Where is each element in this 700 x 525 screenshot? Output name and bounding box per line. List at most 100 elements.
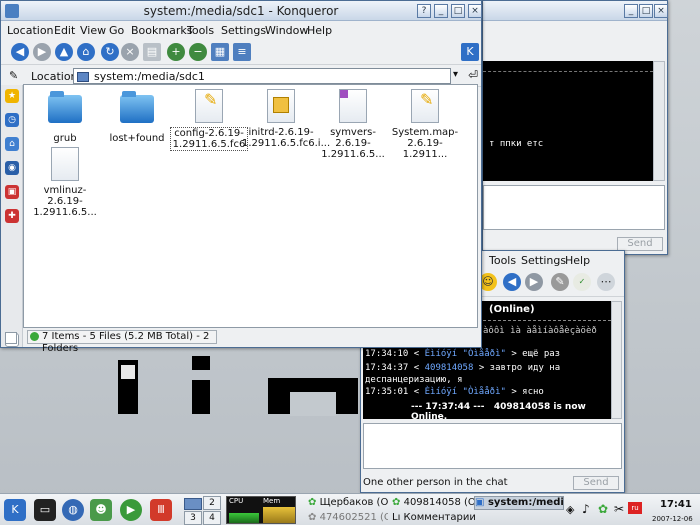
background-window[interactable]: _ □ × т ппки етс Send [482, 0, 668, 255]
minimize-button[interactable]: _ [434, 4, 448, 18]
desktop-icon[interactable] [184, 498, 202, 510]
chat-menu-settings[interactable]: Settings [521, 254, 566, 267]
print-icon[interactable]: ▤ [143, 43, 161, 61]
office-icon[interactable]: Ⅲ [150, 499, 172, 521]
tray-volume-icon[interactable]: ♪ [582, 502, 590, 516]
forward-icon[interactable]: ▶ [525, 273, 543, 291]
chat-scrollbar[interactable] [611, 301, 622, 419]
maximize-button[interactable]: □ [451, 4, 465, 18]
spellcheck-icon[interactable]: ✓ [573, 273, 591, 291]
message-input[interactable] [363, 423, 622, 469]
home-icon[interactable]: ⌂ [77, 43, 95, 61]
file-item-lost-found[interactable]: lost+found [98, 91, 176, 144]
detail-view-icon[interactable]: ≡ [233, 43, 251, 61]
forward-icon[interactable]: ▶ [33, 43, 51, 61]
go-icon[interactable]: ⏎ [468, 68, 478, 82]
reload-icon[interactable]: ↻ [101, 43, 119, 61]
task-button-474602521[interactable]: ✿ 474602521 (Онл... [308, 512, 388, 523]
message-nick[interactable]: 409814058 [425, 363, 474, 373]
back-chat-scrollbar[interactable] [653, 61, 665, 181]
menu-settings[interactable]: Settings [221, 24, 266, 37]
maximize-button[interactable]: □ [639, 4, 653, 18]
stop-icon[interactable]: × [121, 43, 139, 61]
file-item-symvers[interactable]: symvers-2.6.19-1.2911.6.5... [314, 89, 392, 160]
file-item-config[interactable]: ✎ config-2.6.19-1.2911.6.5.fc6 [170, 89, 248, 151]
location-input[interactable] [73, 68, 451, 84]
tray-keyboard-layout-icon[interactable]: ru [628, 502, 642, 514]
status-ok-icon [30, 332, 39, 341]
file-item-grub[interactable]: grub [26, 91, 104, 144]
root-folder-icon[interactable]: ▣ [5, 185, 19, 199]
tray-clipboard-icon[interactable]: ✂ [614, 502, 624, 516]
system-monitor[interactable]: CPU Mem [226, 496, 296, 524]
message-nick[interactable]: Èìíóÿí "Òìååðì" [425, 349, 506, 359]
message-text: ещё раз [522, 349, 561, 359]
lyx-icon: Lı [392, 512, 401, 523]
task-button-konqueror[interactable]: ▣ system:/media... [474, 496, 564, 510]
pager-desktop-4[interactable]: 4 [203, 511, 221, 525]
task-button-409814058[interactable]: ✿ 409814058 (Онл... [392, 497, 480, 508]
clock-time[interactable]: 17:41 [660, 499, 692, 510]
back-icon[interactable]: ◀ [503, 273, 521, 291]
menu-help[interactable]: Help [307, 24, 332, 37]
task-button-comments[interactable]: Lı Комментарии [392, 512, 476, 523]
help-title-button[interactable]: ? [417, 4, 431, 18]
chat-menu-help[interactable]: Help [565, 254, 590, 267]
file-item-system-map[interactable]: ✎ System.map-2.6.19-1.2911... [386, 89, 464, 160]
konqueror-titlebar[interactable]: system:/media/sdc1 - Konqueror ? _ □ × [1, 1, 482, 21]
browser-icon[interactable]: ◍ [62, 499, 84, 521]
task-label: 409814058 (Онл... [403, 497, 480, 508]
konqueror-task-icon: ▣ [475, 497, 485, 508]
menu-go[interactable]: Go [109, 24, 124, 37]
clock-date[interactable]: 2007-12-06 [652, 515, 693, 523]
konqueror-window[interactable]: system:/media/sdc1 - Konqueror ? _ □ × L… [0, 0, 482, 354]
task-button-shcherbakov[interactable]: ✿ Щербаков (Онл... [308, 497, 388, 508]
up-icon[interactable]: ▲ [55, 43, 73, 61]
menu-location[interactable]: Location [7, 24, 54, 37]
file-item-vmlinuz[interactable]: vmlinuz-2.6.19-1.2911.6.5... [26, 147, 104, 218]
log-divider [483, 71, 653, 72]
online-header: (Online) [489, 304, 535, 315]
menu-view[interactable]: View [80, 24, 106, 37]
kopete-icon[interactable]: ☻ [90, 499, 112, 521]
history-icon[interactable]: ◷ [5, 113, 19, 127]
send-button[interactable]: Send [573, 476, 619, 490]
services-icon[interactable]: ✚ [5, 209, 19, 223]
back-chat-input[interactable] [483, 185, 665, 230]
menu-edit[interactable]: Edit [54, 24, 75, 37]
background-window-titlebar[interactable]: _ □ × [483, 1, 668, 21]
home-folder-icon[interactable]: ⌂ [5, 137, 19, 151]
close-button[interactable]: × [654, 4, 668, 18]
menu-window[interactable]: Window [265, 24, 308, 37]
message-nick[interactable]: Èìíóÿí "Òìååðì" [425, 387, 506, 397]
clear-location-icon[interactable]: ✎ [9, 69, 18, 82]
chat-menu-tools[interactable]: Tools [489, 254, 516, 267]
media-player-icon[interactable]: ▶ [120, 499, 142, 521]
location-dropdown-icon[interactable]: ▾ [453, 69, 458, 80]
kde-menu-icon[interactable]: K [4, 499, 26, 521]
file-item-initrd[interactable]: initrd-2.6.19-1.2911.6.5.fc6.i... [242, 89, 330, 149]
menu-tools[interactable]: Tools [187, 24, 214, 37]
back-icon[interactable]: ◀ [11, 43, 29, 61]
pager-desktop-2[interactable]: 2 [203, 496, 221, 510]
task-label: Комментарии [403, 512, 476, 523]
kopete-online-icon: ✿ [392, 497, 401, 508]
minimize-button[interactable]: _ [624, 4, 638, 18]
pager-desktop-3[interactable]: 3 [184, 511, 202, 525]
kde-logo-icon[interactable]: K [461, 43, 479, 61]
zoom-out-icon[interactable]: − [189, 43, 207, 61]
network-icon[interactable]: ◉ [5, 161, 19, 175]
icon-view-icon[interactable]: ▦ [211, 43, 229, 61]
text-file-icon [336, 89, 370, 123]
close-button[interactable]: × [468, 4, 482, 18]
zoom-in-icon[interactable]: + [167, 43, 185, 61]
pen-icon[interactable]: ✎ [551, 273, 569, 291]
tray-network-icon[interactable]: ◈ [566, 503, 574, 516]
terminal-icon[interactable]: ▭ [34, 499, 56, 521]
tray-kopete-icon[interactable]: ✿ [598, 502, 608, 516]
bookmarks-icon[interactable]: ★ [5, 89, 19, 103]
menu-icon[interactable]: ⋯ [597, 273, 615, 291]
menu-bookmarks[interactable]: Bookmarks [131, 24, 192, 37]
file-view[interactable]: grub lost+found ✎ config-2.6.19-1.2911.6… [23, 84, 478, 328]
back-send-button[interactable]: Send [617, 237, 663, 251]
